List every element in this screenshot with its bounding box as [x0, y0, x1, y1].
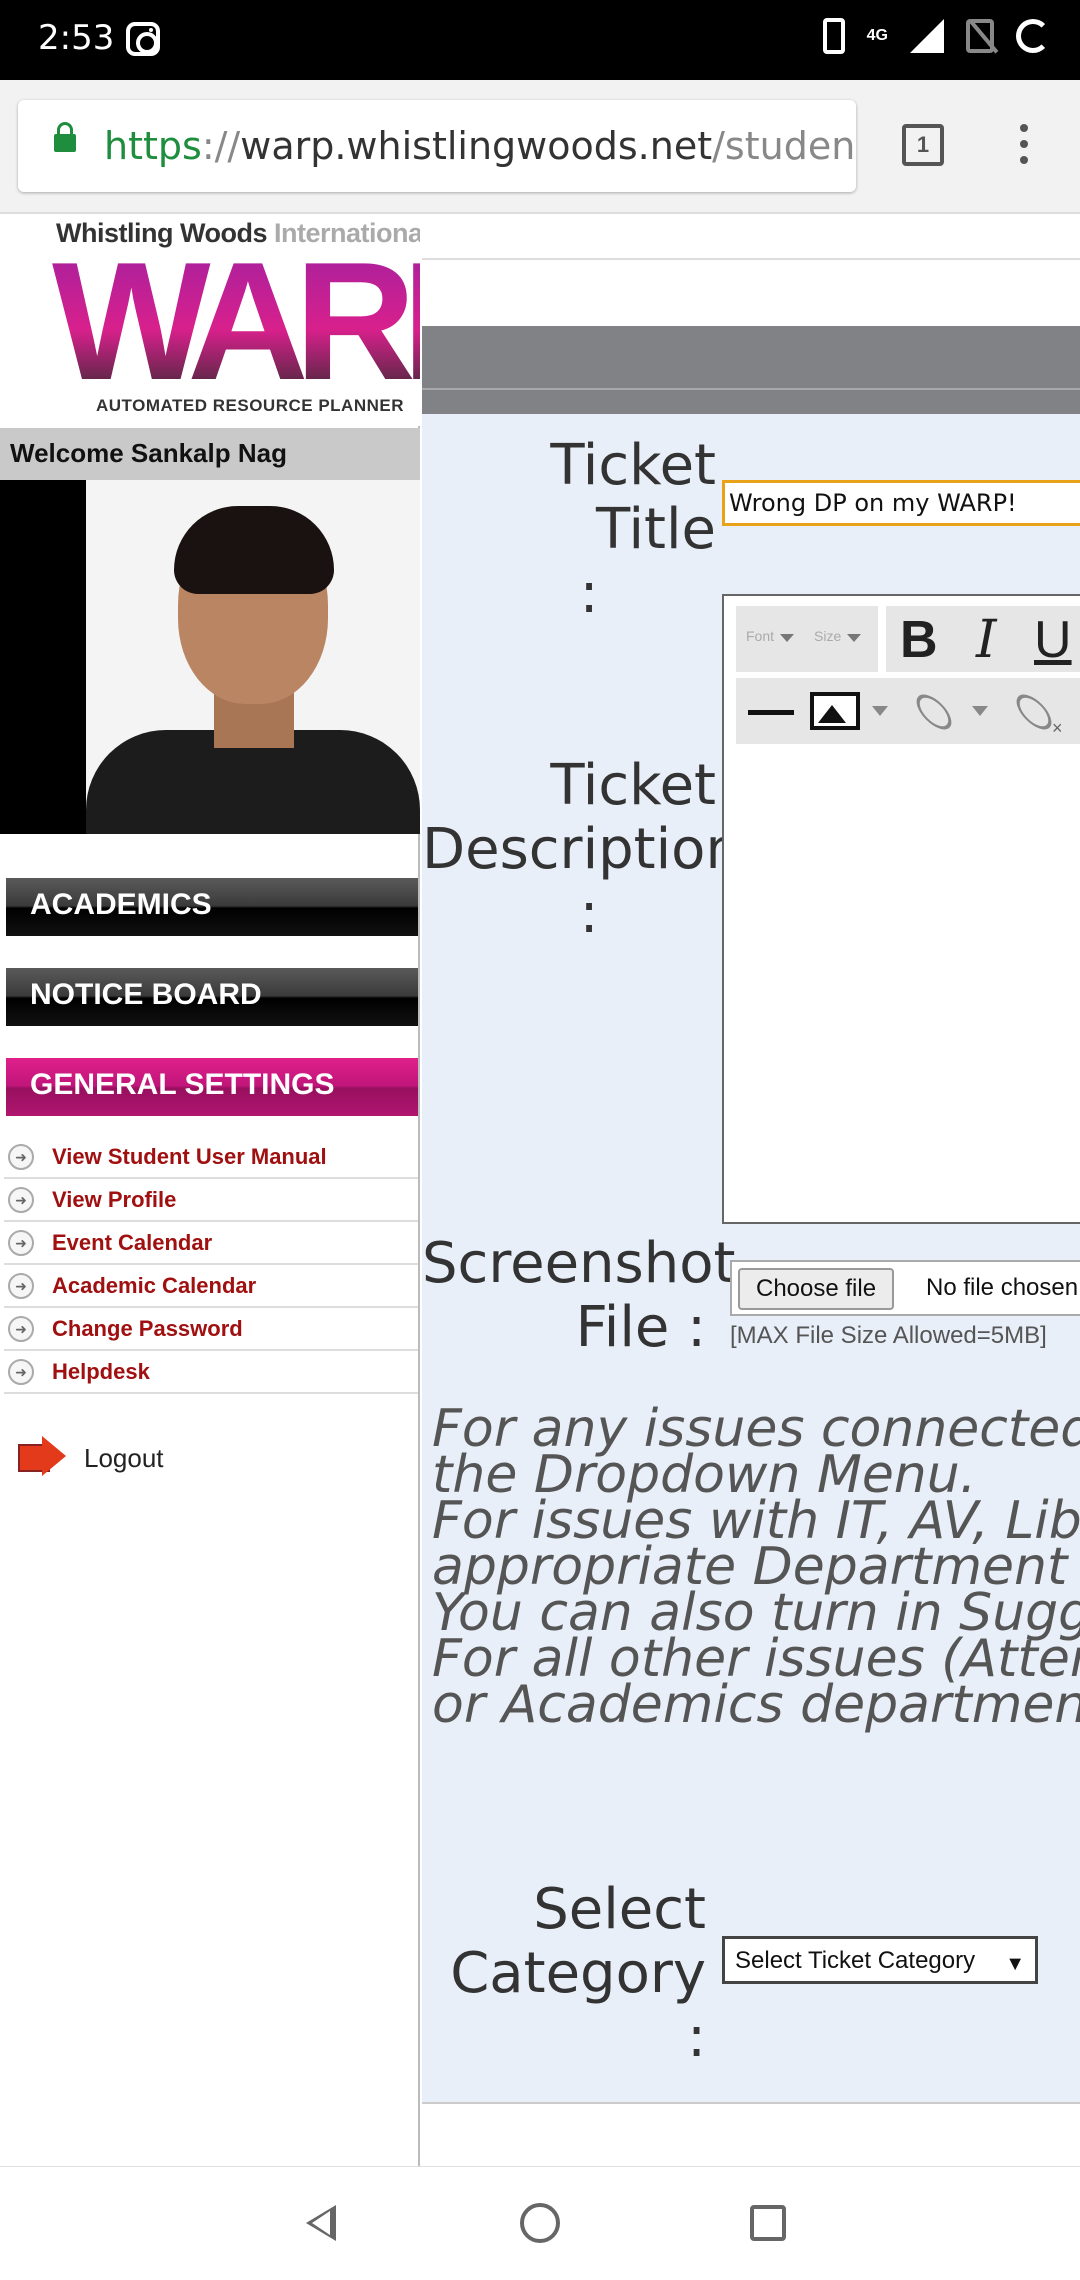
dropdown-arrow-icon: ▼ — [1005, 1953, 1025, 1975]
image-icon[interactable] — [810, 692, 860, 730]
unlink-x-icon: × — [1052, 718, 1063, 738]
editor-format-toolbar: B I U — [886, 606, 1080, 672]
image-dropdown-icon[interactable] — [872, 706, 888, 716]
page-content: Whistling Woods International WARP AUTOM… — [0, 214, 1080, 2166]
editor-insert-toolbar: × — [736, 678, 1080, 744]
menu-item-user-manual[interactable]: ➜ View Student User Manual — [4, 1136, 418, 1179]
logout-button[interactable]: Logout — [14, 1430, 164, 1486]
status-time: 2:53 — [38, 18, 115, 58]
back-icon[interactable] — [306, 2205, 336, 2241]
url-text[interactable]: https://warp.whistlingwoods.net/student/… — [104, 124, 856, 168]
arrow-right-icon: ➜ — [8, 1358, 34, 1385]
header-bar — [422, 326, 1080, 390]
underline-button[interactable]: U — [1034, 610, 1072, 670]
unlink-icon[interactable] — [1010, 688, 1058, 736]
nav-academics[interactable]: ACADEMICS — [6, 878, 418, 936]
menu-item-view-profile[interactable]: ➜ View Profile — [4, 1179, 418, 1222]
logout-icon — [14, 1430, 70, 1486]
settings-menu: ➜ View Student User Manual ➜ View Profile … — [4, 1136, 418, 1394]
choose-file-button[interactable]: Choose file — [738, 1268, 895, 1310]
nav-general-settings[interactable]: GENERAL SETTINGS — [6, 1058, 418, 1116]
select-category-label: Select Category : — [450, 1877, 706, 2070]
logo-warp: WARP — [52, 236, 420, 406]
ticket-category-select[interactable]: Select Ticket Category ▼ — [722, 1936, 1038, 1984]
file-input: Choose file No file chosen — [730, 1260, 1080, 1316]
sidebar: Whistling Woods International WARP AUTOM… — [0, 214, 420, 2166]
menu-item-label: View Student User Manual — [52, 1143, 327, 1169]
italic-button[interactable]: I — [976, 610, 997, 670]
ticket-description-label: Ticket Description : — [422, 753, 741, 946]
home-icon[interactable] — [520, 2203, 560, 2243]
system-navigation-bar — [0, 2166, 1080, 2280]
header-bar-lower — [422, 390, 1080, 414]
arrow-right-icon: ➜ — [8, 1143, 34, 1170]
menu-item-label: Helpdesk — [52, 1358, 150, 1384]
font-dropdown[interactable]: Font — [746, 628, 795, 644]
menu-item-change-password[interactable]: ➜ Change Password — [4, 1308, 418, 1351]
url-path: /student/hc — [712, 124, 856, 168]
arrow-right-icon: ➜ — [8, 1315, 34, 1342]
link-dropdown-icon[interactable] — [972, 706, 988, 716]
ticket-title-input[interactable]: Wrong DP on my WARP! — [722, 480, 1080, 526]
logo-tagline: AUTOMATED RESOURCE PLANNER — [96, 396, 404, 415]
menu-item-helpdesk[interactable]: ➜ Helpdesk — [4, 1351, 418, 1394]
loading-icon — [1016, 19, 1050, 53]
network-type: 4G — [866, 27, 888, 44]
max-file-size-note: [MAX File Size Allowed=5MB] — [730, 1322, 1047, 1349]
rich-text-editor[interactable]: Font Size B I U × — [722, 594, 1080, 1224]
size-dropdown[interactable]: Size — [814, 628, 862, 644]
nav-notice-board[interactable]: NOTICE BOARD — [6, 968, 418, 1026]
url-scheme: https — [104, 124, 202, 168]
screenshot-file-label: Screenshot File : — [422, 1231, 736, 1360]
no-sim-icon — [966, 19, 994, 53]
welcome-text: Welcome Sankalp Nag — [0, 428, 420, 480]
menu-item-event-calendar[interactable]: ➜ Event Calendar — [4, 1222, 418, 1265]
browser-toolbar: https://warp.whistlingwoods.net/student/… — [0, 80, 1080, 214]
vibrate-icon — [822, 18, 845, 54]
arrow-right-icon: ➜ — [8, 1229, 34, 1256]
menu-item-label: Event Calendar — [52, 1229, 213, 1255]
ticket-title-label: Ticket Title : — [550, 433, 716, 626]
editor-font-toolbar: Font Size — [736, 606, 878, 672]
menu-item-label: Change Password — [52, 1315, 243, 1341]
url-host: warp.whistlingwoods.net — [240, 124, 713, 168]
arrow-right-icon: ➜ — [8, 1186, 34, 1213]
menu-item-label: View Profile — [52, 1186, 177, 1212]
link-icon[interactable] — [910, 688, 958, 736]
logout-label: Logout — [84, 1442, 164, 1473]
arrow-right-icon: ➜ — [8, 1272, 34, 1299]
lock-icon — [54, 122, 76, 152]
menu-item-academic-calendar[interactable]: ➜ Academic Calendar — [4, 1265, 418, 1308]
bold-button[interactable]: B — [900, 610, 938, 670]
overflow-menu-icon[interactable] — [1020, 124, 1028, 172]
menu-item-label: Academic Calendar — [52, 1272, 257, 1298]
header-strip — [422, 214, 1080, 260]
status-icons: 4G — [822, 18, 1050, 54]
helpdesk-ticket-form: Ticket Title : Wrong DP on my WARP! Tick… — [422, 414, 1080, 2104]
helpdesk-instructions: For any issues connected w the Dropdown … — [432, 1403, 1080, 1735]
signal-icon — [910, 19, 944, 53]
instagram-icon — [126, 22, 160, 56]
profile-photo — [0, 480, 420, 834]
warp-logo[interactable]: Whistling Woods International WARP AUTOM… — [0, 214, 420, 426]
url-separator: :// — [201, 124, 241, 168]
recent-apps-icon[interactable] — [750, 2205, 786, 2241]
horizontal-rule-icon[interactable] — [748, 710, 794, 715]
status-bar: 2:53 4G — [0, 0, 1080, 80]
file-status-text: No file chosen — [926, 1274, 1079, 1301]
url-bar[interactable]: https://warp.whistlingwoods.net/student/… — [18, 100, 856, 192]
main-panel: Ticket Title : Wrong DP on my WARP! Tick… — [422, 214, 1080, 2166]
instruction-line: or Academics department c — [432, 1675, 1080, 1735]
tab-switcher-button[interactable]: 1 — [902, 124, 944, 166]
